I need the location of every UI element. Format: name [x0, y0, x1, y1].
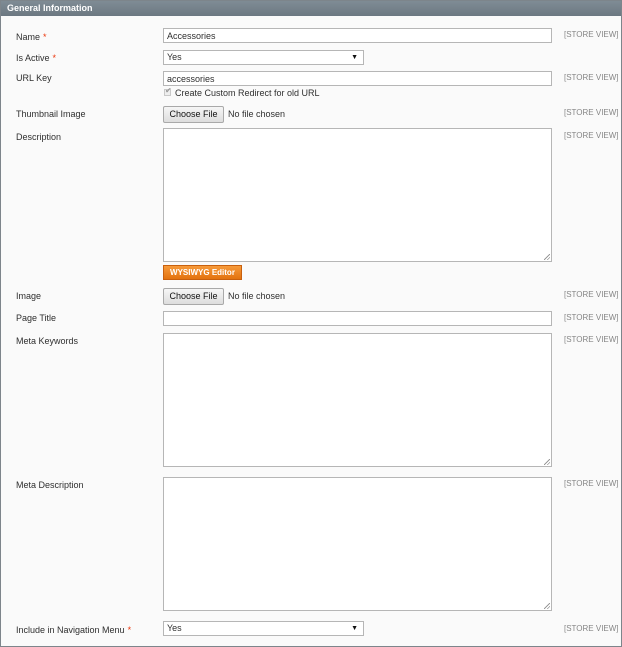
dropdown-arrow-icon: ▼ [351, 625, 358, 632]
general-information-panel: General Information Name* [STORE VIEW] I… [0, 0, 622, 647]
meta-description-textarea[interactable] [163, 477, 552, 611]
store-view-scope: [STORE VIEW] [564, 479, 619, 488]
is-active-label: Is Active * [16, 53, 56, 63]
page-title-input[interactable] [163, 311, 552, 326]
store-view-scope: [STORE VIEW] [564, 30, 619, 39]
url-key-label: URL Key [16, 73, 52, 83]
resize-grip-icon[interactable] [544, 459, 550, 465]
page-title-label: Page Title [16, 313, 57, 323]
name-input[interactable] [163, 28, 552, 43]
dropdown-arrow-icon: ▼ [351, 54, 358, 61]
section-header[interactable]: General Information [1, 1, 621, 16]
custom-redirect-label: Create Custom Redirect for old URL [175, 88, 320, 98]
store-view-scope: [STORE VIEW] [564, 108, 619, 117]
thumbnail-choose-file-button[interactable]: Choose File [163, 106, 224, 123]
wysiwyg-editor-button[interactable]: WYSIWYG Editor [163, 265, 242, 280]
include-in-navigation-menu-select[interactable]: Yes ▼ [163, 621, 364, 636]
image-label: Image [16, 291, 42, 301]
required-marker: * [127, 625, 132, 635]
store-view-scope: [STORE VIEW] [564, 335, 619, 344]
name-label-text: Name [16, 32, 41, 42]
required-marker: * [43, 32, 47, 42]
name-label: Name * [16, 32, 47, 42]
is-active-select[interactable]: Yes ▼ [163, 50, 364, 65]
include-in-navigation-menu-label: Include in Navigation Menu * [16, 625, 131, 635]
store-view-scope: [STORE VIEW] [564, 313, 619, 322]
description-textarea[interactable] [163, 128, 552, 262]
is-active-label-text: Is Active [16, 53, 50, 63]
meta-description-label: Meta Description [16, 480, 84, 490]
required-marker: * [52, 53, 57, 63]
is-active-value: Yes [167, 52, 182, 62]
include-in-navigation-menu-label-text: Include in Navigation Menu [16, 625, 125, 635]
checkmark-icon: ✔ [165, 86, 172, 95]
store-view-scope: [STORE VIEW] [564, 290, 619, 299]
thumbnail-image-label: Thumbnail Image [16, 109, 86, 119]
meta-keywords-label: Meta Keywords [16, 336, 79, 346]
thumbnail-file-status: No file chosen [228, 109, 286, 119]
store-view-scope: [STORE VIEW] [564, 624, 619, 633]
description-label: Description [16, 132, 62, 142]
url-key-input[interactable] [163, 71, 552, 86]
store-view-scope: [STORE VIEW] [564, 73, 619, 82]
image-file-status: No file chosen [228, 291, 286, 301]
meta-keywords-textarea[interactable] [163, 333, 552, 467]
resize-grip-icon[interactable] [544, 254, 550, 260]
image-choose-file-button[interactable]: Choose File [163, 288, 224, 305]
custom-redirect-checkbox[interactable]: ✔ [164, 86, 172, 96]
store-view-scope: [STORE VIEW] [564, 131, 619, 140]
include-in-navigation-menu-value: Yes [167, 623, 182, 633]
resize-grip-icon[interactable] [544, 603, 550, 609]
